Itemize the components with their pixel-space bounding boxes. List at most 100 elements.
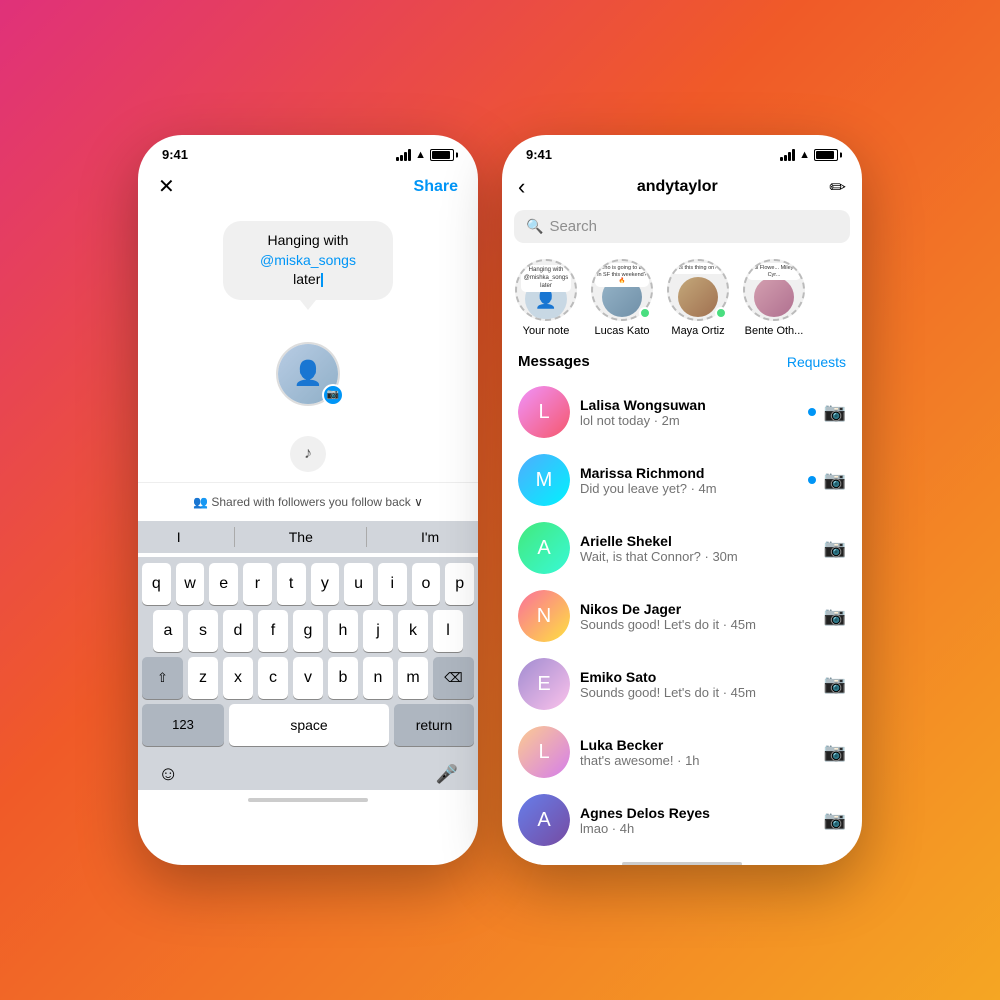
suggestion-1[interactable]: I xyxy=(169,527,189,547)
bente-note-frame: lil Flowe... Miley Cyr... xyxy=(743,259,805,321)
key-d[interactable]: d xyxy=(223,610,253,652)
story-lucas-kato[interactable]: Who is going to be in SF this weekend? 🔥… xyxy=(590,259,654,337)
key-e[interactable]: e xyxy=(209,563,238,605)
key-f[interactable]: f xyxy=(258,610,288,652)
keyboard-row-3: ⇧ z x c v b n m ⌫ xyxy=(142,657,474,699)
close-button[interactable]: ✕ xyxy=(158,174,175,199)
right-header: ‹ andytaylor ✏ xyxy=(502,166,862,210)
edit-button[interactable]: ✏ xyxy=(829,175,846,200)
msg-content-marissa: Marissa Richmond Did you leave yet? · 4m xyxy=(580,465,798,496)
left-phone: 9:41 ▲ ✕ Share Hanging with @miska_songs… xyxy=(138,135,478,865)
suggestion-2[interactable]: The xyxy=(281,527,321,547)
msg-right-arielle: 📷 xyxy=(824,538,846,559)
msg-content-arielle: Arielle Shekel Wait, is that Connor? · 3… xyxy=(580,533,814,564)
msg-name-lalisa: Lalisa Wongsuwan xyxy=(580,397,798,413)
msg-avatar-arielle: A xyxy=(518,522,570,574)
key-q[interactable]: q xyxy=(142,563,171,605)
requests-link[interactable]: Requests xyxy=(787,354,846,370)
message-item-lalisa[interactable]: L Lalisa Wongsuwan lol not today · 2m 📷 xyxy=(502,378,862,446)
key-n[interactable]: n xyxy=(363,657,393,699)
story-bente[interactable]: lil Flowe... Miley Cyr... Bente Oth... xyxy=(742,259,806,337)
suggestion-3[interactable]: I'm xyxy=(413,527,447,547)
msg-right-marissa: 📷 xyxy=(808,470,846,491)
msg-preview-agnes: lmao · 4h xyxy=(580,821,814,836)
msg-preview-nikos: Sounds good! Let's do it · 45m xyxy=(580,617,814,632)
emoji-icon[interactable]: ☺ xyxy=(158,763,178,786)
key-u[interactable]: u xyxy=(344,563,373,605)
camera-icon-arielle[interactable]: 📷 xyxy=(824,538,846,559)
back-button[interactable]: ‹ xyxy=(518,174,525,200)
time-left: 9:41 xyxy=(162,147,188,162)
cursor-blink xyxy=(321,273,323,287)
microphone-icon[interactable]: 🎤 xyxy=(436,764,458,785)
key-a[interactable]: a xyxy=(153,610,183,652)
key-delete[interactable]: ⌫ xyxy=(433,657,474,699)
search-bar[interactable]: 🔍 Search xyxy=(514,210,850,243)
key-i[interactable]: i xyxy=(378,563,407,605)
msg-content-emiko: Emiko Sato Sounds good! Let's do it · 45… xyxy=(580,669,814,700)
key-l[interactable]: l xyxy=(433,610,463,652)
msg-name-agnes: Agnes Delos Reyes xyxy=(580,805,814,821)
message-item-nikos[interactable]: N Nikos De Jager Sounds good! Let's do i… xyxy=(502,582,862,650)
camera-icon-nikos[interactable]: 📷 xyxy=(824,606,846,627)
camera-badge-icon: 📷 xyxy=(322,384,344,406)
story-maya-ortiz[interactable]: Is this thing on? Maya Ortiz xyxy=(666,259,730,337)
key-x[interactable]: x xyxy=(223,657,253,699)
camera-icon-agnes[interactable]: 📷 xyxy=(824,810,846,831)
key-m[interactable]: m xyxy=(398,657,428,699)
share-button[interactable]: Share xyxy=(414,178,458,196)
key-w[interactable]: w xyxy=(176,563,205,605)
key-j[interactable]: j xyxy=(363,610,393,652)
msg-content-agnes: Agnes Delos Reyes lmao · 4h xyxy=(580,805,814,836)
msg-preview-arielle: Wait, is that Connor? · 30m xyxy=(580,549,814,564)
music-note-icon: ♪ xyxy=(290,436,326,472)
keyboard-row-1: q w e r t y u i o p xyxy=(142,563,474,605)
msg-preview-marissa: Did you leave yet? · 4m xyxy=(580,481,798,496)
msg-name-arielle: Arielle Shekel xyxy=(580,533,814,549)
camera-icon-emiko[interactable]: 📷 xyxy=(824,674,846,695)
bente-note-text: lil Flowe... Miley Cyr... xyxy=(747,263,801,280)
key-v[interactable]: v xyxy=(293,657,323,699)
keyboard-row-2: a s d f g h j k l xyxy=(142,610,474,652)
bente-avatar-wrap: lil Flowe... Miley Cyr... xyxy=(743,259,805,321)
key-123[interactable]: 123 xyxy=(142,704,224,746)
shared-with-bar[interactable]: 👥 Shared with followers you follow back … xyxy=(138,482,478,521)
search-input[interactable]: Search xyxy=(549,218,597,235)
key-p[interactable]: p xyxy=(445,563,474,605)
key-shift[interactable]: ⇧ xyxy=(142,657,183,699)
message-item-arielle[interactable]: A Arielle Shekel Wait, is that Connor? ·… xyxy=(502,514,862,582)
key-b[interactable]: b xyxy=(328,657,358,699)
key-r[interactable]: r xyxy=(243,563,272,605)
stories-row: Hanging with @mishka_songs later 👤 Your … xyxy=(502,253,862,347)
key-c[interactable]: c xyxy=(258,657,288,699)
key-z[interactable]: z xyxy=(188,657,218,699)
story-label-lucas: Lucas Kato xyxy=(594,325,649,337)
key-g[interactable]: g xyxy=(293,610,323,652)
message-item-agnes[interactable]: A Agnes Delos Reyes lmao · 4h 📷 xyxy=(502,786,862,854)
camera-icon-luka[interactable]: 📷 xyxy=(824,742,846,763)
message-item-emiko[interactable]: E Emiko Sato Sounds good! Let's do it · … xyxy=(502,650,862,718)
msg-avatar-image-agnes: A xyxy=(518,794,570,846)
key-t[interactable]: t xyxy=(277,563,306,605)
home-bar-right xyxy=(622,862,742,865)
search-icon: 🔍 xyxy=(526,218,543,235)
key-return[interactable]: return xyxy=(394,704,474,746)
key-s[interactable]: s xyxy=(188,610,218,652)
msg-name-nikos: Nikos De Jager xyxy=(580,601,814,617)
unread-dot-marissa xyxy=(808,476,816,484)
key-h[interactable]: h xyxy=(328,610,358,652)
msg-right-nikos: 📷 xyxy=(824,606,846,627)
message-item-marissa[interactable]: M Marissa Richmond Did you leave yet? · … xyxy=(502,446,862,514)
bente-avatar xyxy=(754,277,794,317)
story-label-your-note: Your note xyxy=(523,325,570,337)
msg-content-luka: Luka Becker that's awesome! · 1h xyxy=(580,737,814,768)
key-y[interactable]: y xyxy=(311,563,340,605)
note-text-before: Hanging with xyxy=(268,232,349,248)
camera-icon-marissa[interactable]: 📷 xyxy=(824,470,846,491)
story-your-note[interactable]: Hanging with @mishka_songs later 👤 Your … xyxy=(514,259,578,337)
message-item-luka[interactable]: L Luka Becker that's awesome! · 1h 📷 xyxy=(502,718,862,786)
key-space[interactable]: space xyxy=(229,704,389,746)
key-o[interactable]: o xyxy=(412,563,441,605)
camera-icon-lalisa[interactable]: 📷 xyxy=(824,402,846,423)
key-k[interactable]: k xyxy=(398,610,428,652)
